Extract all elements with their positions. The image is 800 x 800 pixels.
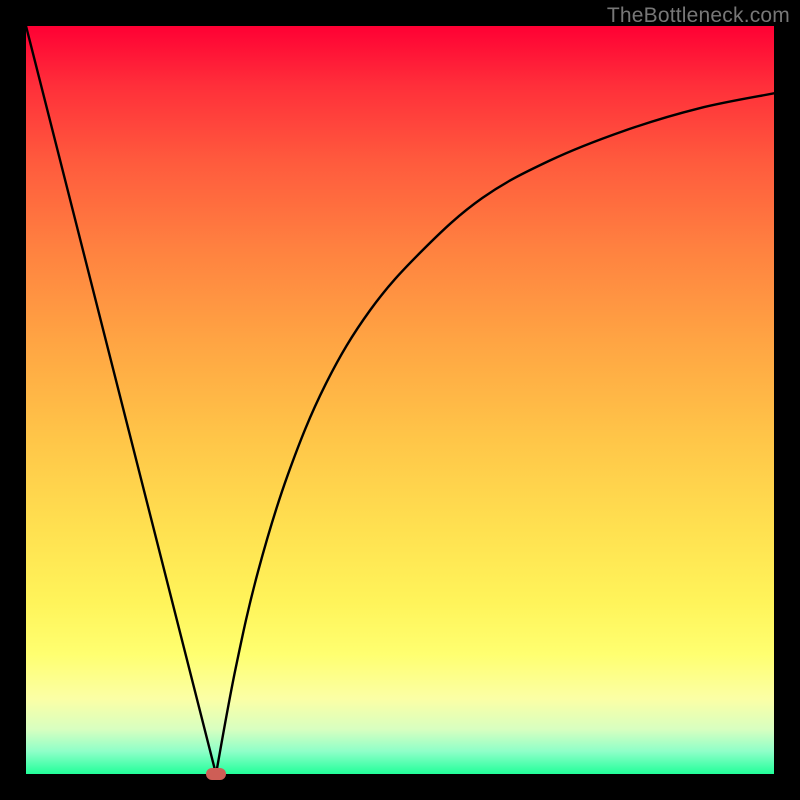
chart-curve-svg [26, 26, 774, 774]
chart-plot-area [26, 26, 774, 774]
watermark-text: TheBottleneck.com [607, 4, 790, 28]
chart-minimum-marker [206, 768, 226, 780]
chart-curve-path [26, 26, 774, 774]
